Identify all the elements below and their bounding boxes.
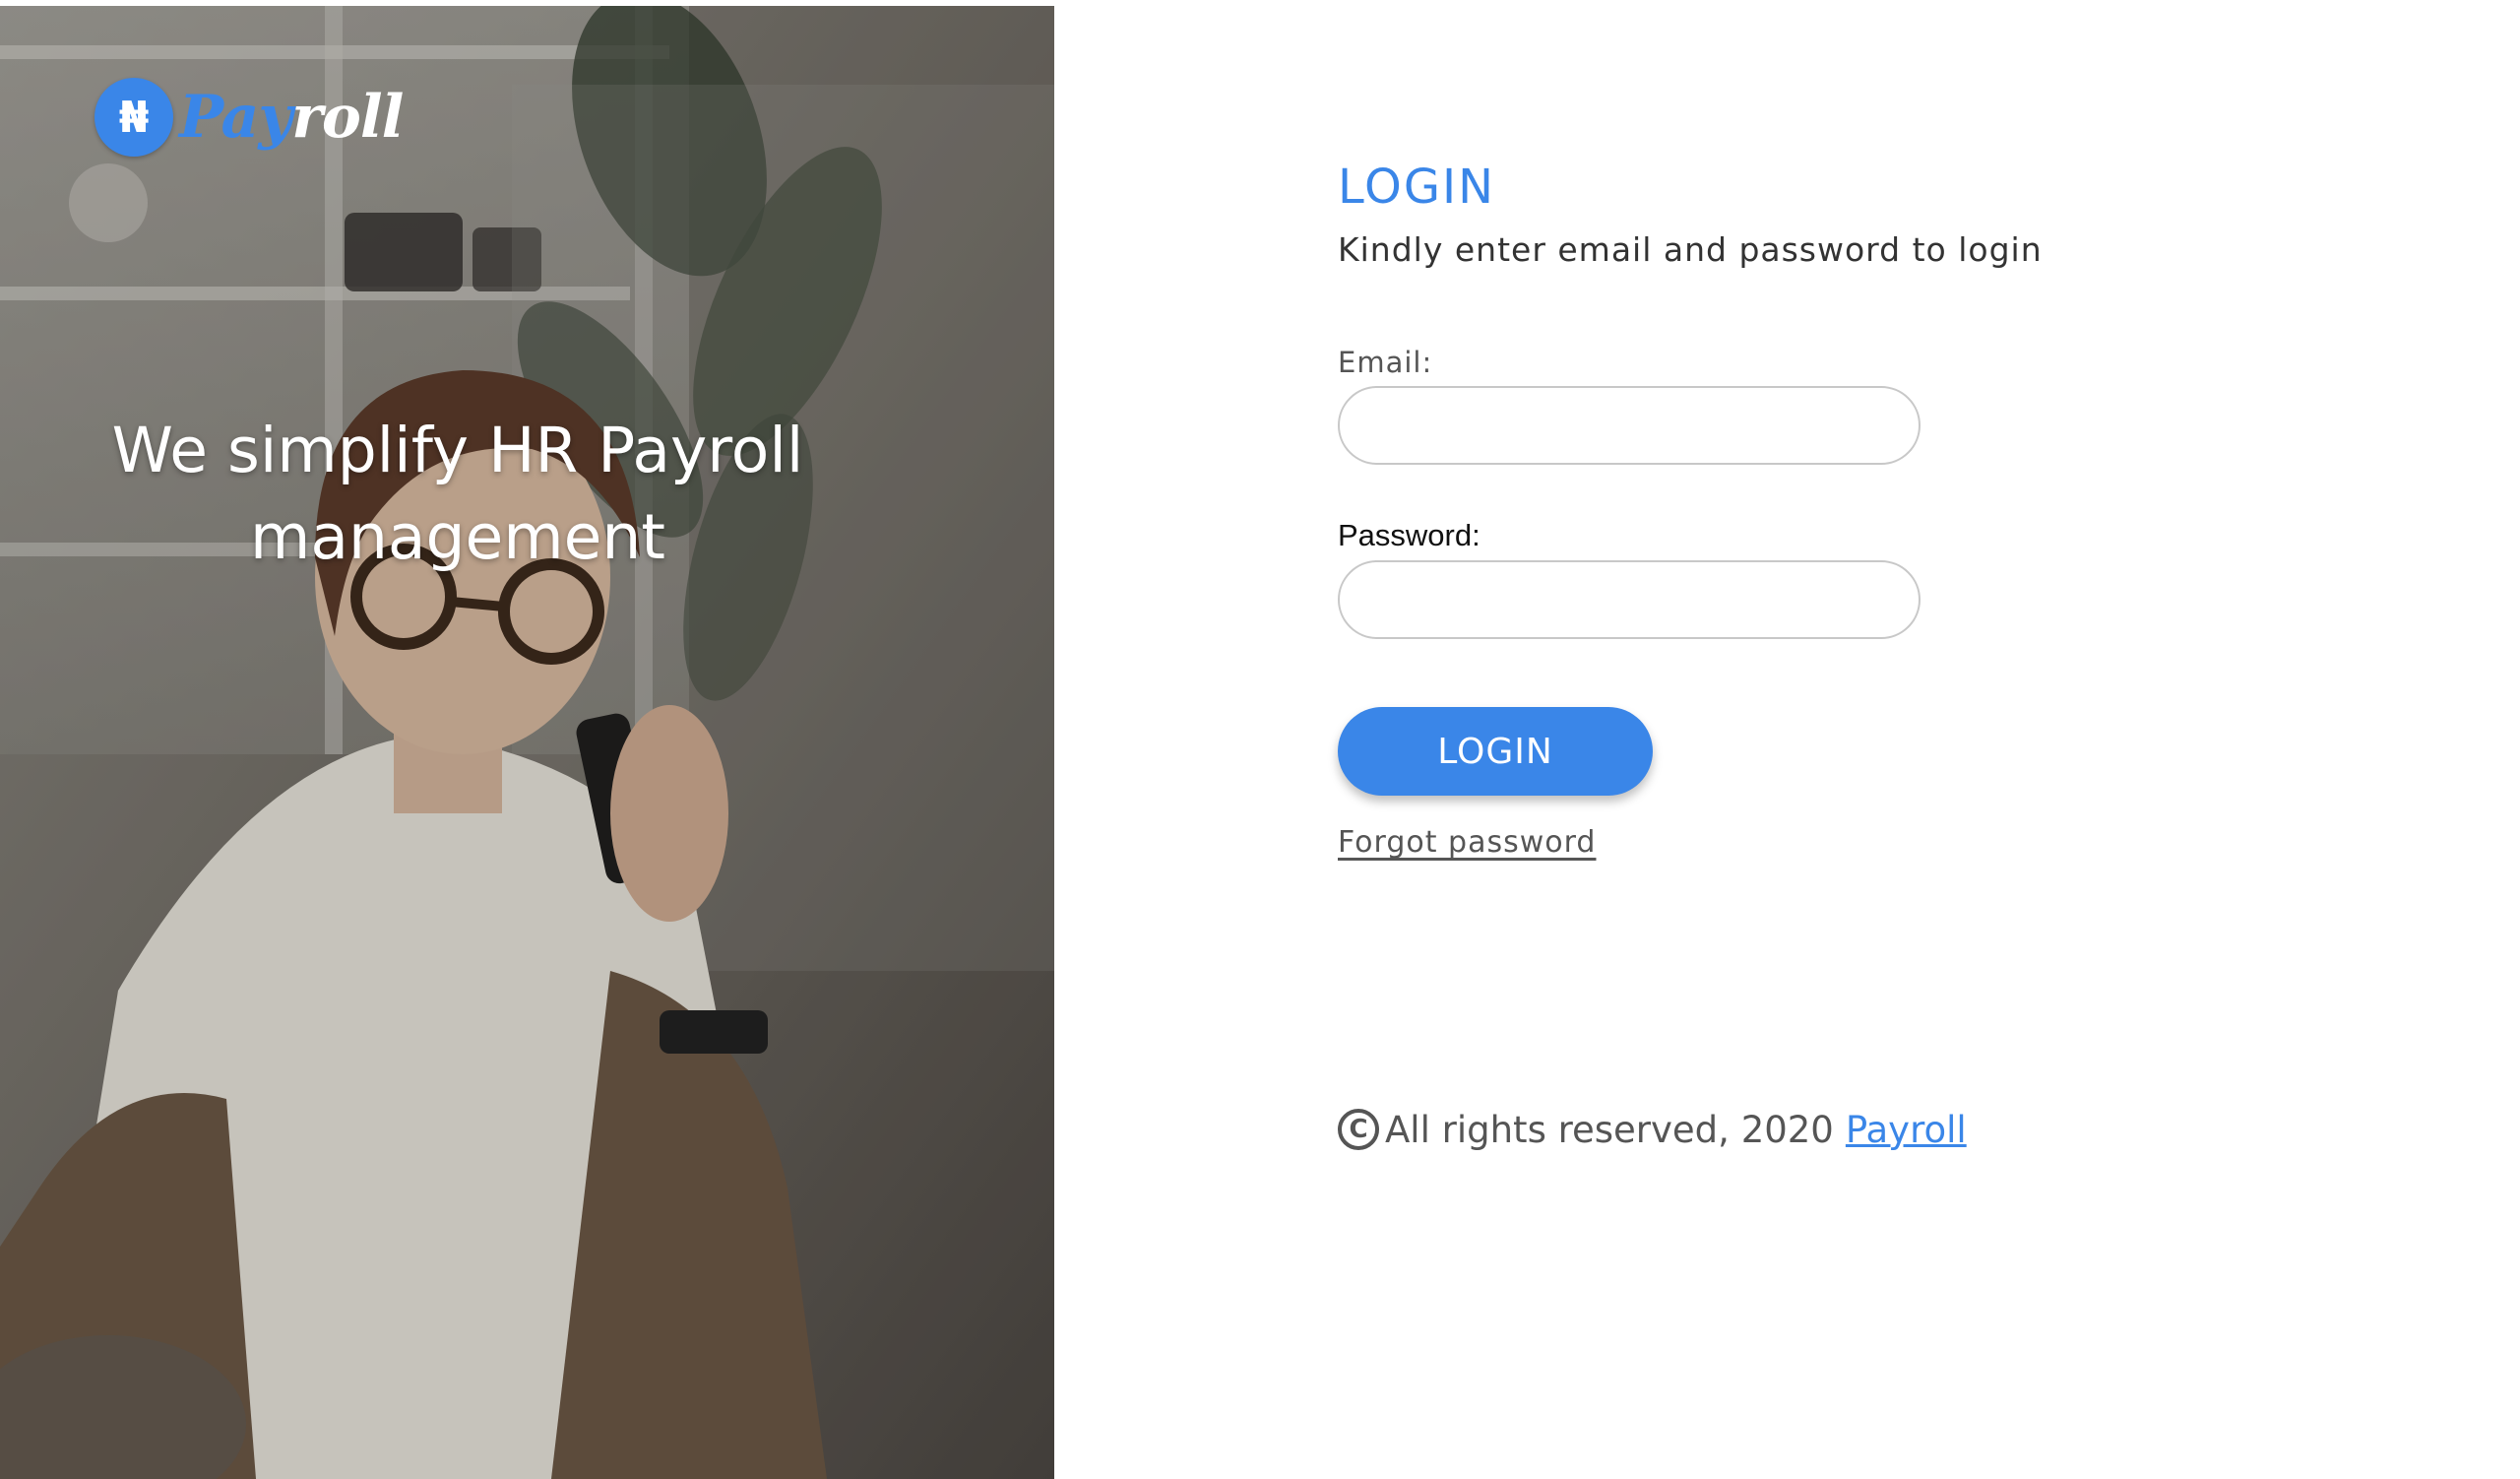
naira-coin-icon: ₦ xyxy=(94,78,173,157)
login-button[interactable]: LOGIN xyxy=(1338,707,1653,796)
hero-panel: ₦ Payroll We simplify HR Payroll managem… xyxy=(0,6,1054,1479)
hero-tagline: We simplify HR Payroll management xyxy=(111,415,804,573)
copyright-icon: C xyxy=(1338,1109,1379,1150)
email-field[interactable] xyxy=(1338,386,1921,465)
password-label: Password: xyxy=(1338,518,1480,552)
footer-text: All rights reserved, 2020 xyxy=(1385,1108,1834,1151)
password-field[interactable] xyxy=(1338,560,1921,639)
footer: C All rights reserved, 2020 Payroll xyxy=(1338,1105,1967,1154)
payroll-logo[interactable]: ₦ Payroll xyxy=(94,76,404,159)
login-page: ₦ Payroll We simplify HR Payroll managem… xyxy=(0,0,2520,1479)
logo-word-roll: roll xyxy=(291,83,404,152)
footer-brand-link[interactable]: Payroll xyxy=(1846,1109,1967,1151)
hero-overlay xyxy=(0,6,1054,1479)
email-label: Email: xyxy=(1338,346,1433,379)
forgot-password-link[interactable]: Forgot password xyxy=(1338,823,1596,863)
logo-wordmark: Payroll xyxy=(179,76,404,159)
logo-word-pay: Pay xyxy=(179,83,292,152)
login-subtitle: Kindly enter email and password to login xyxy=(1338,230,2043,269)
login-title: LOGIN xyxy=(1338,160,1496,215)
